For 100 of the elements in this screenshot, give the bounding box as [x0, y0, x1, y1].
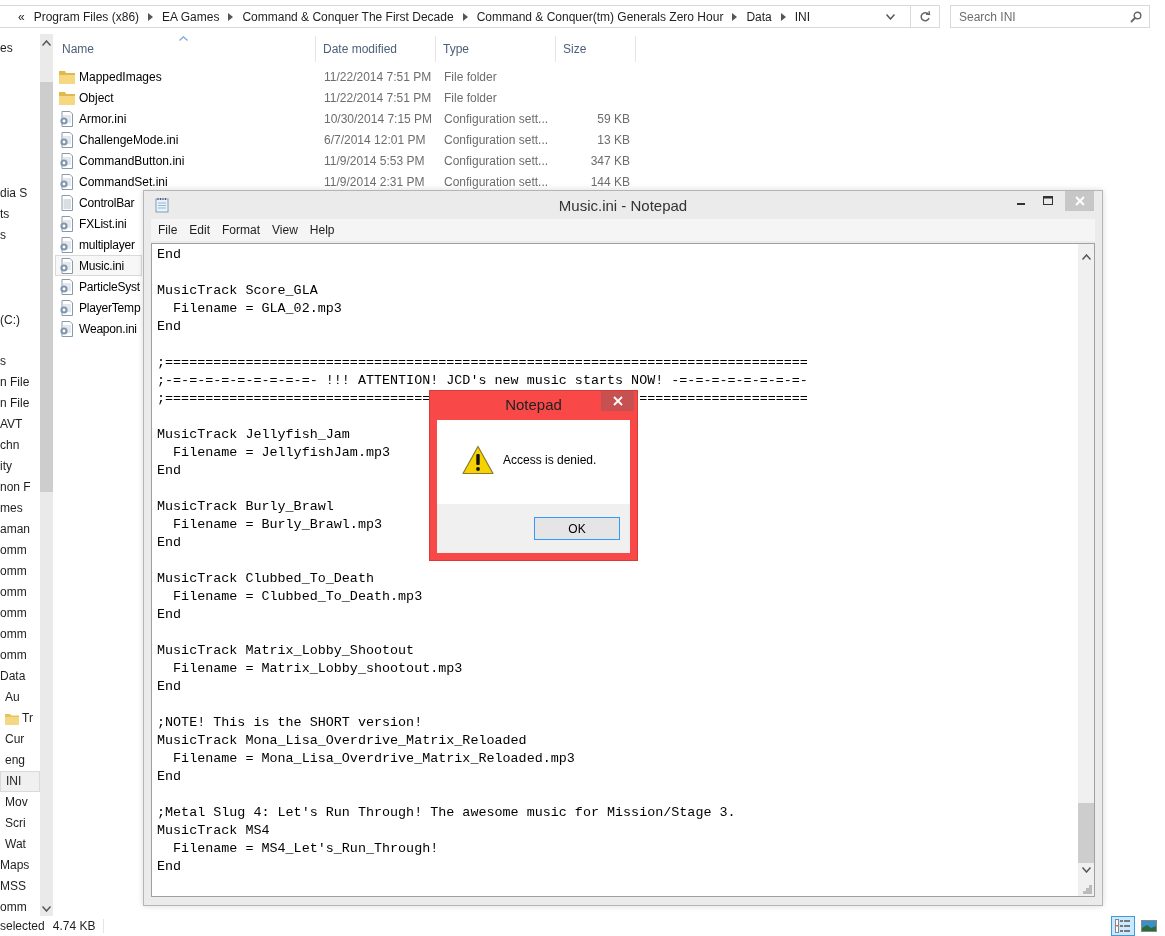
- file-row[interactable]: Music.ini: [55, 255, 142, 276]
- nav-item[interactable]: Scri: [0, 813, 40, 834]
- file-row[interactable]: CommandSet.ini 11/9/2014 2:31 PM Configuration sett... 144 KB: [55, 171, 636, 192]
- nav-item[interactable]: omm: [0, 645, 40, 666]
- nav-item[interactable]: dia S: [0, 183, 40, 204]
- breadcrumb[interactable]: Command & Conquer(tm) Generals Zero Hour: [476, 9, 724, 24]
- text-line: ;Metal Slug 4: Let's Run Through! The awesome music for Mission/Stage 3.: [157, 804, 736, 822]
- search-field[interactable]: Search INI: [950, 5, 1150, 28]
- menu-item[interactable]: Format: [216, 223, 267, 237]
- breadcrumb[interactable]: Program Files (x86): [33, 9, 140, 24]
- scroll-up-icon[interactable]: [42, 40, 51, 46]
- file-row[interactable]: ParticleSyst: [55, 276, 142, 297]
- ok-button[interactable]: OK: [534, 517, 620, 540]
- nav-item[interactable]: non F: [0, 477, 40, 498]
- text-line: MusicTrack Score_GLA: [157, 282, 318, 300]
- column-header[interactable]: Size: [556, 36, 636, 62]
- nav-item[interactable]: Mov: [0, 792, 40, 813]
- folder-icon: [5, 712, 19, 725]
- scroll-down-icon[interactable]: [1081, 867, 1091, 873]
- file-name: ControlBar: [79, 195, 135, 210]
- menu-item[interactable]: File: [152, 223, 184, 237]
- search-icon[interactable]: [1130, 11, 1142, 23]
- file-row[interactable]: FXList.ini: [55, 213, 142, 234]
- nav-item[interactable]: Data: [0, 666, 40, 687]
- file-row[interactable]: Object 11/22/2014 7:51 PM File folder: [55, 87, 636, 108]
- nav-item[interactable]: mes: [0, 498, 40, 519]
- dropdown-icon[interactable]: [886, 13, 895, 20]
- chevron-icon[interactable]: [462, 12, 468, 21]
- nav-item[interactable]: Cur: [0, 729, 40, 750]
- chevron-icon[interactable]: [732, 12, 738, 21]
- text-line: ;=================================: [157, 390, 431, 408]
- nav-item[interactable]: INI: [0, 771, 40, 792]
- nav-item[interactable]: (C:): [0, 310, 40, 331]
- window-title: Music.ini - Notepad: [557, 196, 689, 214]
- chevron-icon[interactable]: [148, 12, 154, 21]
- file-name: FXList.ini: [79, 216, 127, 231]
- chevron-icon[interactable]: [780, 12, 786, 21]
- text-line: End: [157, 606, 182, 624]
- nav-item[interactable]: MSS: [0, 876, 40, 897]
- nav-item[interactable]: ts: [0, 204, 40, 225]
- type-cell-text: Configuration sett...: [443, 111, 550, 126]
- scrollbar[interactable]: [1078, 244, 1094, 896]
- breadcrumb[interactable]: EA Games: [162, 9, 220, 24]
- breadcrumb[interactable]: Data: [746, 9, 772, 24]
- file-row[interactable]: multiplayer: [55, 234, 142, 255]
- sort-caret-icon: [179, 36, 188, 41]
- scroll-down-icon[interactable]: [42, 906, 51, 912]
- chevron-icon[interactable]: [228, 12, 234, 21]
- menu-item[interactable]: Help: [303, 223, 341, 237]
- scroll-thumb[interactable]: [40, 82, 53, 492]
- type-cell-text: Configuration sett...: [443, 132, 550, 147]
- file-row[interactable]: MappedImages 11/22/2014 7:51 PM File folder: [55, 66, 636, 87]
- scroll-thumb[interactable]: [1078, 803, 1094, 863]
- scroll-up-icon[interactable]: [1081, 254, 1091, 260]
- nav-item[interactable]: chn: [0, 435, 40, 456]
- menu-item[interactable]: View: [266, 223, 304, 237]
- nav-item[interactable]: Maps: [0, 855, 40, 876]
- file-row[interactable]: CommandButton.ini 11/9/2014 5:53 PM Configuration sett... 347 KB: [55, 150, 636, 171]
- overflow-chevron[interactable]: «: [18, 9, 25, 24]
- nav-item[interactable]: aman: [0, 519, 40, 540]
- file-row[interactable]: Armor.ini 10/30/2014 7:15 PM Configuration sett... 59 KB: [55, 108, 636, 129]
- file-row[interactable]: Weapon.ini: [55, 318, 142, 339]
- nav-item[interactable]: eng: [0, 750, 40, 771]
- nav-item[interactable]: Au: [0, 687, 40, 708]
- nav-item[interactable]: s: [0, 225, 40, 246]
- column-header[interactable]: Name: [55, 36, 316, 62]
- nav-item[interactable]: omm: [0, 561, 40, 582]
- nav-item[interactable]: omm: [0, 540, 40, 561]
- file-row[interactable]: PlayerTemp: [55, 297, 142, 318]
- scrollbar[interactable]: [40, 34, 53, 916]
- nav-item[interactable]: omm: [0, 624, 40, 645]
- config-file-icon: [59, 236, 75, 253]
- column-header[interactable]: Type: [436, 36, 556, 62]
- nav-item[interactable]: omm: [0, 582, 40, 603]
- nav-item[interactable]: Wat: [0, 834, 40, 855]
- text-line: MusicTrack Burly_Brawl: [157, 498, 334, 516]
- resize-grip-icon[interactable]: [1083, 885, 1092, 894]
- menu-item[interactable]: Edit: [183, 223, 217, 237]
- breadcrumb[interactable]: INI: [794, 9, 811, 24]
- text-line: =====================: [639, 390, 808, 408]
- file-row[interactable]: ChallengeMode.ini 6/7/2014 12:01 PM Configuration sett... 13 KB: [55, 129, 636, 150]
- text-line: End: [157, 768, 182, 786]
- config-file-icon: [59, 152, 75, 169]
- view-button[interactable]: [1111, 916, 1135, 936]
- nav-item[interactable]: es: [0, 38, 40, 59]
- text-line: End: [157, 246, 182, 264]
- nav-item[interactable]: omm: [0, 603, 40, 624]
- nav-item[interactable]: Tr: [0, 708, 40, 729]
- breadcrumb[interactable]: Command & Conquer The First Decade: [242, 9, 454, 24]
- close-button[interactable]: [601, 391, 634, 411]
- file-row[interactable]: ControlBar: [55, 192, 142, 213]
- nav-item[interactable]: s: [0, 351, 40, 372]
- nav-item[interactable]: ity: [0, 456, 40, 477]
- nav-item[interactable]: n File: [0, 393, 40, 414]
- text-line: MusicTrack Matrix_Lobby_Shootout: [157, 642, 415, 660]
- nav-item[interactable]: n File: [0, 372, 40, 393]
- address-bar[interactable]: « Program Files (x86) EA Games Command & Conquer The First Decade Command & Conquer(tm) Generals Zero Hour Data INI: [0, 5, 940, 28]
- nav-item[interactable]: AVT: [0, 414, 40, 435]
- column-header[interactable]: Date modified: [316, 36, 436, 62]
- nav-item[interactable]: omm: [0, 897, 40, 918]
